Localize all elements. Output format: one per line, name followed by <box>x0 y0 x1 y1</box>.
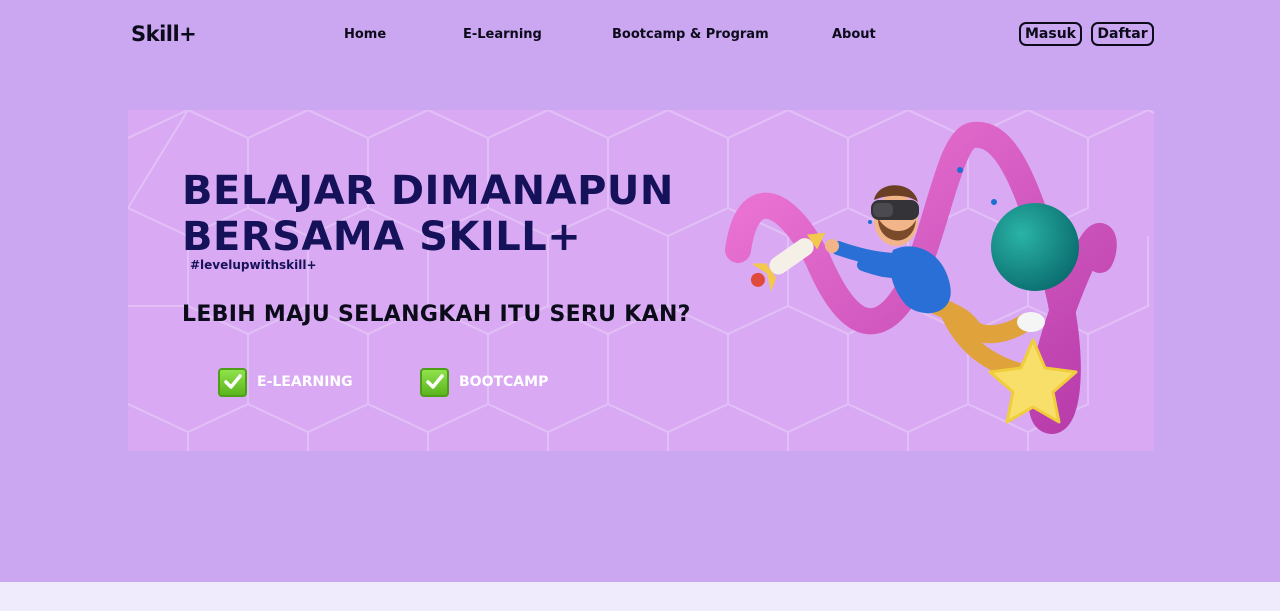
register-button[interactable]: Daftar <box>1091 22 1154 46</box>
logo[interactable]: Skill+ <box>131 22 197 46</box>
feature-label-e-learning: E-LEARNING <box>257 374 353 390</box>
hero-subtitle: LEBIH MAJU SELANGKAH ITU SERU KAN? <box>182 302 691 327</box>
checkmark-icon <box>420 367 449 397</box>
login-button[interactable]: Masuk <box>1019 22 1082 46</box>
checkmark-icon <box>218 367 247 397</box>
navbar: Skill+ Home E-Learning Bootcamp & Progra… <box>0 0 1280 70</box>
feature-label-bootcamp: BOOTCAMP <box>459 374 549 390</box>
nav-link-bootcamp-program[interactable]: Bootcamp & Program <box>612 27 769 42</box>
feature-bootcamp: BOOTCAMP <box>420 367 548 397</box>
feature-e-learning: E-LEARNING <box>218 367 353 397</box>
hero-title: BELAJAR DIMANAPUN BERSAMA SKILL+ <box>182 168 674 260</box>
hero-title-line2: BERSAMA SKILL+ <box>182 214 582 260</box>
nav-link-home[interactable]: Home <box>344 27 386 42</box>
hero-banner: BELAJAR DIMANAPUN BERSAMA SKILL+ #levelu… <box>128 110 1154 451</box>
nav-link-about[interactable]: About <box>832 27 876 42</box>
hashtag: #levelupwithskill+ <box>190 258 317 272</box>
vr-character-illustration <box>725 121 1117 434</box>
hero-title-line1: BELAJAR DIMANAPUN <box>182 168 674 214</box>
nav-link-e-learning[interactable]: E-Learning <box>463 27 542 42</box>
